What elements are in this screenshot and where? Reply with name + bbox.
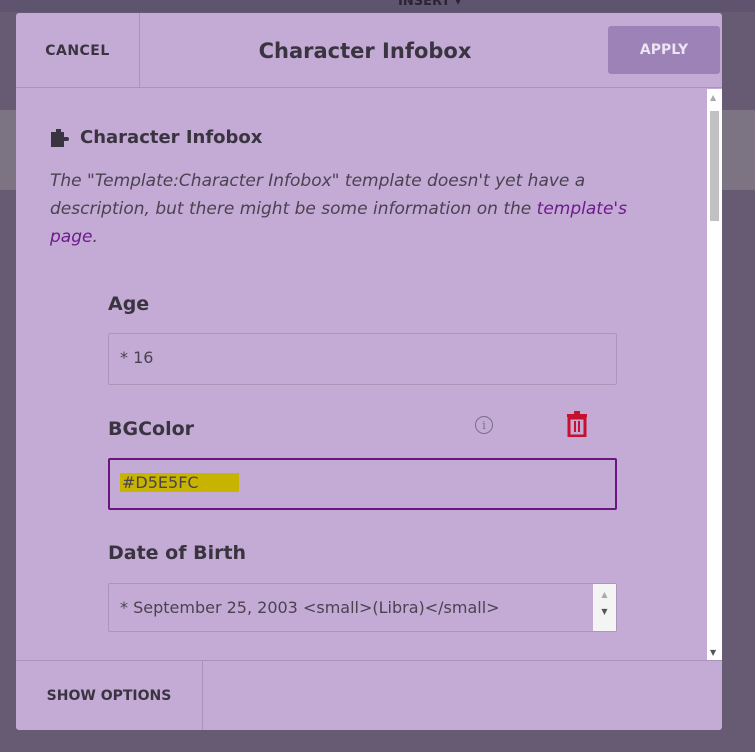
field-label-age: Age [108, 293, 150, 315]
field-label-bgcolor: BGColor [108, 418, 195, 440]
trash-icon[interactable] [566, 411, 588, 437]
field-label-date-of-birth: Date of Birth [108, 542, 247, 564]
dialog-footer: SHOW OPTIONS [16, 660, 722, 730]
apply-button[interactable]: APPLY [608, 26, 720, 74]
dialog-body: Character Infobox The "Template:Characte… [16, 89, 707, 660]
template-heading: Character Infobox [50, 127, 262, 148]
puzzle-icon [51, 128, 69, 147]
dialog-title: Character Infobox [258, 38, 472, 63]
dialog-header: CANCEL Character Infobox APPLY [16, 13, 722, 88]
date-of-birth-input[interactable]: * September 25, 2003 <small>(Libra)</sma… [108, 583, 617, 632]
template-description: The "Template:Character Infobox" templat… [50, 171, 627, 247]
template-dialog: CANCEL Character Infobox APPLY Character… [16, 13, 722, 730]
background-insert-menu: INSERT ▾ [398, 0, 462, 9]
age-input[interactable]: * 16 [108, 333, 617, 385]
show-options-button[interactable]: SHOW OPTIONS [16, 661, 203, 730]
cancel-button[interactable]: CANCEL [16, 13, 140, 88]
bgcolor-input[interactable]: #D5E5FC [108, 458, 617, 510]
template-name: Character Infobox [80, 127, 263, 148]
bgcolor-value: #D5E5FC [120, 473, 239, 492]
scrollbar-thumb[interactable] [710, 111, 719, 221]
textarea-scrollbar[interactable]: ▲ ▼ [593, 584, 616, 631]
background-toolbar [0, 0, 755, 12]
info-icon[interactable]: i [475, 416, 493, 434]
body-scrollbar[interactable]: ▲ ▼ [707, 89, 722, 660]
